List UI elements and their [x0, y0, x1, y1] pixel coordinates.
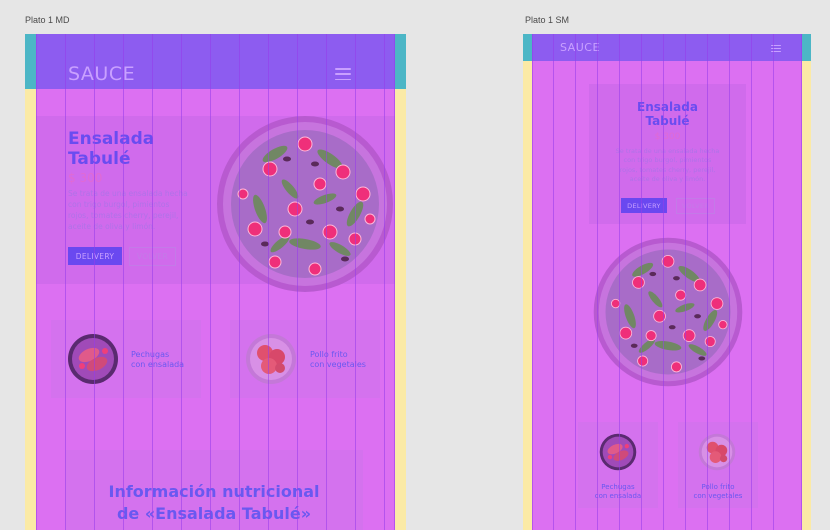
salad-plate-icon [217, 116, 393, 292]
artboard-label-md[interactable]: Plato 1 MD [25, 15, 70, 25]
delivery-button[interactable]: DELIVERY [621, 198, 667, 213]
artboard-label-sm[interactable]: Plato 1 SM [525, 15, 569, 25]
artboard-sm: SAUCE Ensalada Tabulé $ 300 Se trata de … [523, 34, 811, 530]
dish-title: Ensalada Tabulé [68, 129, 155, 169]
back-button[interactable]: VOLVER [676, 198, 715, 214]
card-label: Pechugas con ensalada [131, 350, 185, 370]
nutrition-title: Información nutricional de «Ensalada Tab… [108, 482, 320, 524]
salad-plate-icon [593, 237, 743, 387]
hamburger-menu-icon[interactable] [335, 68, 351, 80]
chicken-plate-icon [599, 433, 637, 471]
back-button[interactable]: VOLVER [129, 247, 176, 266]
dish-description: Se trata de una ensalada hecha con trigo… [68, 189, 188, 231]
card-label: Pechugas con ensalada [594, 483, 642, 501]
logo[interactable]: SAUCE [560, 41, 600, 54]
card-label: Pollo frito con vegetales [693, 483, 743, 501]
fried-chicken-plate-icon [246, 334, 296, 384]
chicken-plate-icon [68, 334, 118, 384]
dish-title: Ensalada Tabulé [637, 100, 698, 128]
dish-price: $ 300 [68, 171, 103, 185]
hamburger-menu-icon[interactable] [771, 45, 781, 52]
fried-chicken-plate-icon [698, 433, 736, 471]
card-label: Pollo frito con vegetales [310, 350, 366, 370]
dish-description: Se trata de una ensalada hecha con trigo… [615, 147, 720, 184]
logo[interactable]: SAUCE [68, 63, 135, 85]
artboard-md: SAUCE Ensalada Tabulé $ 300 Se trata de … [25, 34, 406, 530]
dish-price: $ 300 [654, 132, 681, 142]
delivery-button[interactable]: DELIVERY [68, 247, 122, 265]
